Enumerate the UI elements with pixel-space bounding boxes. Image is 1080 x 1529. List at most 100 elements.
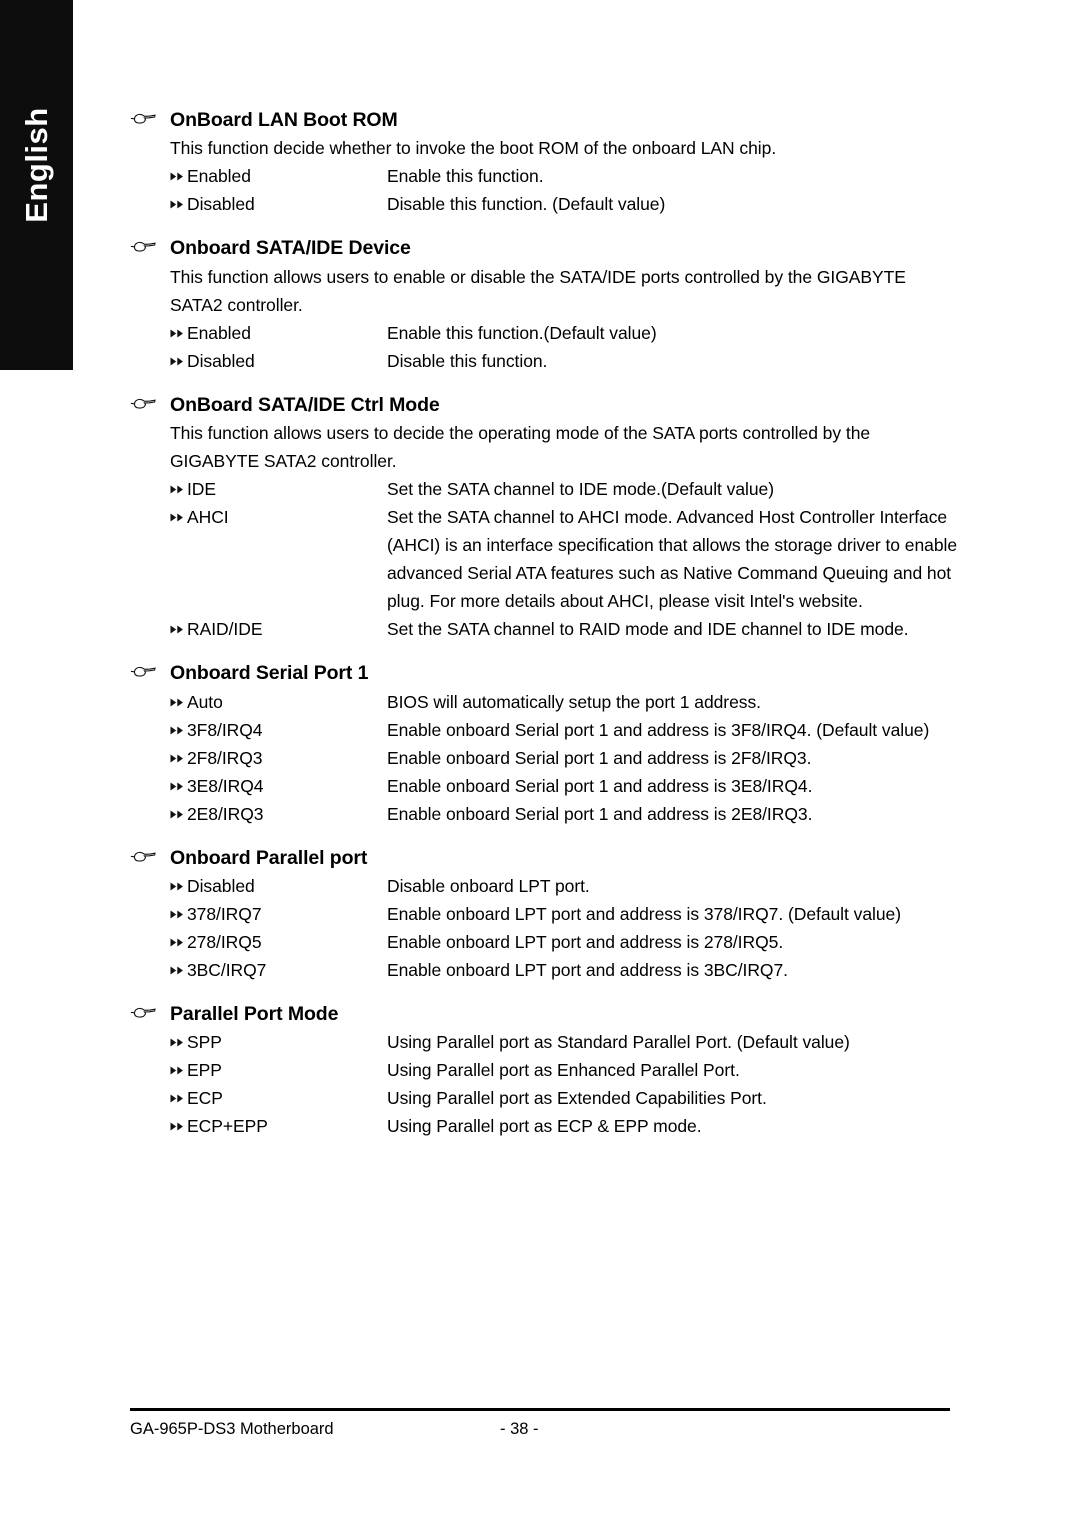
option-label: Disabled (187, 350, 255, 371)
section-title: Onboard Serial Port 1 (170, 662, 369, 685)
option-description: Disable this function. (Default value) (387, 194, 666, 215)
double-triangle-right-icon (170, 772, 187, 791)
double-triangle-right-icon (170, 872, 187, 891)
language-tab: English (0, 0, 73, 370)
option-description: Using Parallel port as ECP & EPP mode. (387, 1116, 702, 1137)
pointing-hand-icon (130, 108, 170, 125)
option-row: 3E8/IRQ4 Enable onboard Serial port 1 and… (170, 772, 960, 800)
option-label: Enabled (187, 322, 251, 343)
section-heading: Onboard Parallel port (130, 846, 960, 870)
option-description: Enable onboard Serial port 1 and address… (387, 719, 930, 740)
option-description: Enable onboard LPT port and address is 3… (387, 903, 902, 924)
option-description: BIOS will automatically setup the port 1… (387, 691, 761, 712)
option-row: Disabled Disable this function. (170, 347, 960, 375)
option-list: Enabled Enable this function. Disabled Disa… (170, 162, 960, 218)
pointing-hand-icon (130, 393, 170, 410)
option-label: IDE (187, 479, 217, 500)
section-title: Onboard SATA/IDE Device (170, 237, 411, 260)
option-label: Enabled (187, 166, 251, 187)
double-triangle-right-icon (170, 688, 187, 707)
option-description: Enable onboard LPT port and address is 2… (387, 931, 784, 952)
footer-product-name: GA-965P-DS3 Motherboard (130, 1420, 334, 1438)
option-row: SPP Using Parallel port as Standard Paral… (170, 1028, 960, 1056)
option-row: IDE Set the SATA channel to IDE mode.(Def… (170, 475, 960, 503)
footer-page-number: - 38 - (500, 1420, 539, 1438)
option-row: Disabled Disable onboard LPT port. (170, 872, 960, 900)
option-row: Enabled Enable this function. (170, 162, 960, 190)
section-heading: Parallel Port Mode (130, 1002, 960, 1026)
section-description: This function decide whether to invoke t… (170, 138, 777, 159)
section-heading: OnBoard SATA/IDE Ctrl Mode (130, 393, 960, 417)
option-row: AHCI Set the SATA channel to AHCI mode. A… (170, 503, 960, 615)
pointing-hand-icon (130, 661, 170, 678)
option-description: Using Parallel port as Standard Parallel… (387, 1032, 850, 1053)
manual-section: Parallel Port Mode SPP Using Parallel port… (130, 1002, 960, 1158)
option-label: 378/IRQ7 (187, 903, 262, 924)
option-description: Enable onboard Serial port 1 and address… (387, 747, 812, 768)
option-description: Enable onboard Serial port 1 and address… (387, 775, 813, 796)
section-description: This function allows users to decide the… (170, 423, 871, 472)
language-tab-label: English (18, 107, 54, 223)
manual-page: English OnBoard LAN Boot ROM This functio… (0, 0, 1080, 1529)
double-triangle-right-icon (170, 319, 187, 338)
option-label: 2F8/IRQ3 (187, 747, 263, 768)
double-triangle-right-icon (170, 1056, 187, 1075)
option-label: 2E8/IRQ3 (187, 803, 264, 824)
option-list: IDE Set the SATA channel to IDE mode.(Def… (170, 475, 960, 643)
section-title: OnBoard LAN Boot ROM (170, 109, 398, 131)
option-label: 3F8/IRQ4 (187, 719, 263, 740)
double-triangle-right-icon (170, 716, 187, 735)
option-row: ECP Using Parallel port as Extended Capab… (170, 1084, 960, 1112)
option-description: Enable onboard Serial port 1 and address… (387, 803, 813, 824)
double-triangle-right-icon (170, 1028, 187, 1047)
option-list: Disabled Disable onboard LPT port. 378/IRQ… (170, 872, 960, 984)
option-label: 3E8/IRQ4 (187, 775, 264, 796)
double-triangle-right-icon (170, 956, 187, 975)
section-heading: OnBoard LAN Boot ROM (130, 108, 960, 132)
option-list: SPP Using Parallel port as Standard Paral… (170, 1028, 960, 1140)
option-row: ECP+EPP Using Parallel port as ECP & EPP … (170, 1112, 960, 1140)
section-description: This function allows users to enable or … (170, 266, 906, 315)
option-label: 3BC/IRQ7 (187, 959, 267, 980)
option-label: Disabled (187, 194, 255, 215)
option-row: 378/IRQ7 Enable onboard LPT port and addr… (170, 900, 960, 928)
footer-divider (130, 1408, 950, 1411)
option-label: Disabled (187, 875, 255, 896)
option-row: Enabled Enable this function.(Default val… (170, 319, 960, 347)
option-label: 278/IRQ5 (187, 931, 262, 952)
manual-section: Onboard SATA/IDE Device This function all… (130, 236, 960, 392)
double-triangle-right-icon (170, 928, 187, 947)
double-triangle-right-icon (170, 615, 187, 634)
option-description: Set the SATA channel to IDE mode.(Defaul… (387, 479, 775, 500)
pointing-hand-icon (130, 846, 170, 863)
double-triangle-right-icon (170, 900, 187, 919)
double-triangle-right-icon (170, 1084, 187, 1103)
option-row: Disabled Disable this function. (Default … (170, 190, 960, 218)
option-row: Auto BIOS will automatically setup the po… (170, 688, 960, 716)
section-title: Onboard Parallel port (170, 846, 368, 869)
option-row: EPP Using Parallel port as Enhanced Paral… (170, 1056, 960, 1084)
double-triangle-right-icon (170, 190, 187, 209)
option-label: Auto (187, 691, 223, 712)
manual-section: OnBoard SATA/IDE Ctrl Mode This function … (130, 393, 960, 661)
option-description: Enable this function.(Default value) (387, 322, 657, 343)
option-row: RAID/IDE Set the SATA channel to RAID mod… (170, 615, 960, 643)
option-row: 3F8/IRQ4 Enable onboard Serial port 1 and… (170, 716, 960, 744)
option-row: 2E8/IRQ3 Enable onboard Serial port 1 and… (170, 800, 960, 828)
option-label: AHCI (187, 507, 229, 528)
option-description: Disable onboard LPT port. (387, 875, 590, 896)
option-description: Set the SATA channel to AHCI mode. Advan… (387, 507, 958, 612)
option-label: RAID/IDE (187, 619, 263, 640)
option-description: Disable this function. (387, 350, 548, 371)
double-triangle-right-icon (170, 475, 187, 494)
option-list: Enabled Enable this function.(Default val… (170, 319, 960, 375)
pointing-hand-icon (130, 236, 170, 253)
double-triangle-right-icon (170, 162, 187, 181)
option-label: ECP (187, 1088, 223, 1109)
pointing-hand-icon (130, 1002, 170, 1019)
double-triangle-right-icon (170, 347, 187, 366)
